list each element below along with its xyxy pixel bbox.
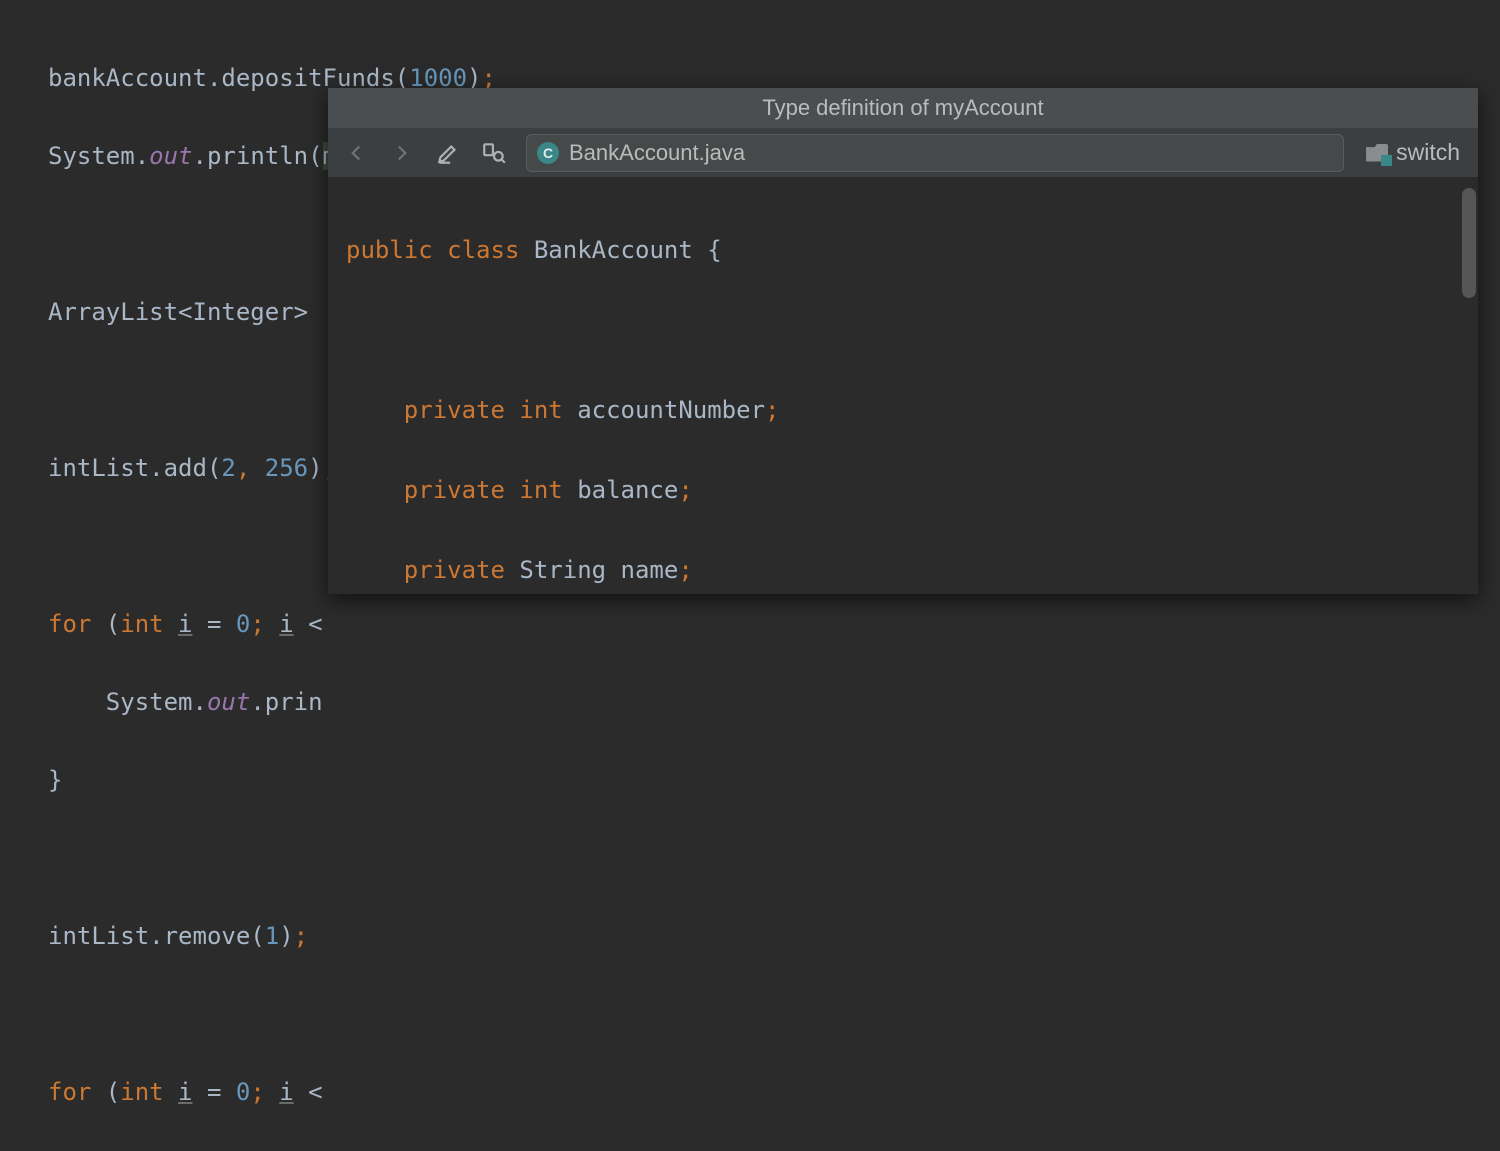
file-name: BankAccount.java bbox=[569, 140, 745, 166]
code-line[interactable]: public class BankAccount { bbox=[346, 230, 1460, 270]
code-line[interactable]: private int balance; bbox=[346, 470, 1460, 510]
file-breadcrumb[interactable]: C BankAccount.java bbox=[526, 134, 1344, 172]
switch-label: switch bbox=[1396, 139, 1460, 166]
nav-forward-icon[interactable] bbox=[388, 139, 416, 167]
switch-button[interactable]: switch bbox=[1362, 139, 1464, 166]
code-line[interactable]: System.out.prin bbox=[48, 683, 1500, 722]
code-line[interactable]: intList.remove(1); bbox=[48, 917, 1500, 956]
type-definition-popup: Type definition of myAccount C BankAccou… bbox=[328, 88, 1478, 594]
scrollbar-thumb[interactable] bbox=[1462, 188, 1476, 298]
popup-toolbar: C BankAccount.java switch bbox=[328, 128, 1478, 178]
edit-source-icon[interactable] bbox=[434, 139, 462, 167]
folder-icon bbox=[1366, 144, 1388, 162]
popup-code-viewer[interactable]: public class BankAccount { private int a… bbox=[328, 178, 1478, 594]
nav-back-icon[interactable] bbox=[342, 139, 370, 167]
code-line[interactable]: } bbox=[48, 761, 1500, 800]
class-badge-icon: C bbox=[537, 142, 559, 164]
code-line bbox=[48, 995, 1500, 1034]
code-line bbox=[48, 839, 1500, 878]
show-find-icon[interactable] bbox=[480, 139, 508, 167]
popup-title-bar[interactable]: Type definition of myAccount bbox=[328, 88, 1478, 128]
code-line[interactable]: for (int i = 0; i < bbox=[48, 605, 1500, 644]
code-line[interactable]: private String name; bbox=[346, 550, 1460, 590]
code-line bbox=[346, 310, 1460, 350]
code-line[interactable]: for (int i = 0; i < bbox=[48, 1073, 1500, 1112]
popup-title: Type definition of myAccount bbox=[762, 95, 1043, 121]
code-line[interactable]: private int accountNumber; bbox=[346, 390, 1460, 430]
